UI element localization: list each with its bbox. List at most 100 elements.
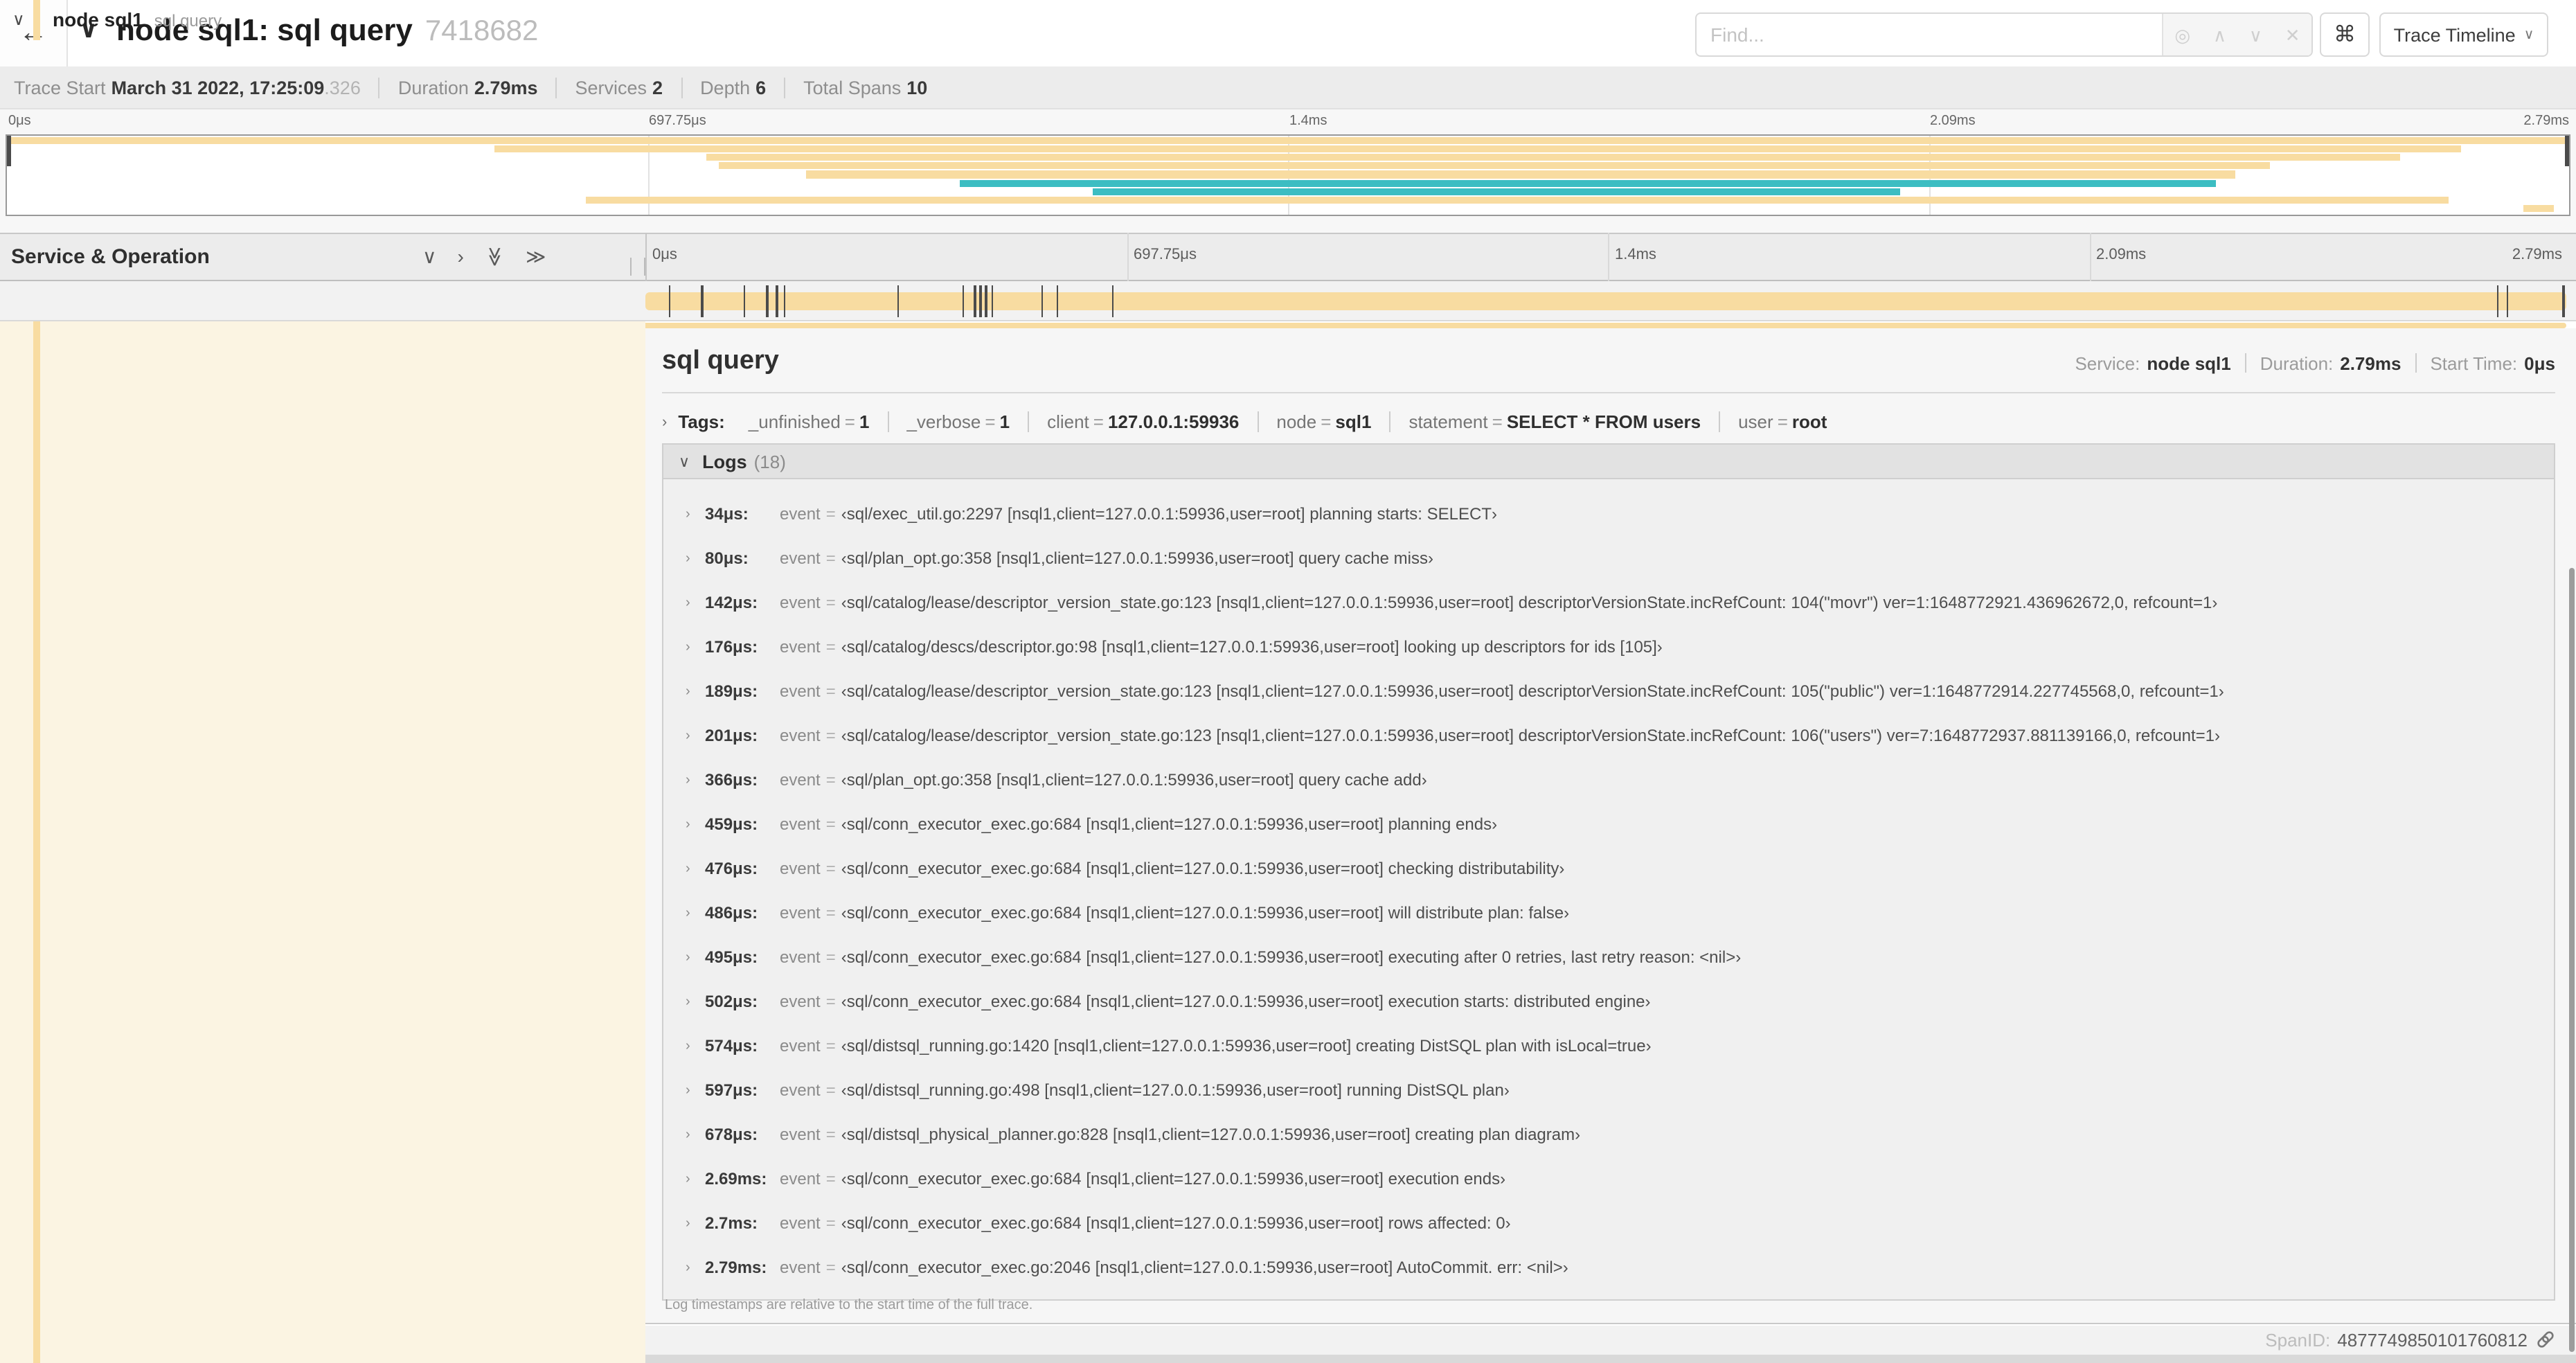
find-input[interactable] [1697, 14, 2162, 55]
log-expand-chevron-icon[interactable]: › [686, 1171, 705, 1186]
top-bar: ← ∨ node sql1: sql query7418682 ◎ ∧ ∨ ✕ … [0, 0, 2576, 68]
tags-row[interactable]: › Tags: _unfinished = 1 _verbose = 1 client = 12… [662, 405, 1845, 438]
log-expand-chevron-icon[interactable]: › [686, 817, 705, 832]
log-row[interactable]: › 486μs: event = ‹sql/conn_executor_exec.go:… [663, 891, 2554, 935]
log-expand-chevron-icon[interactable]: › [686, 551, 705, 566]
log-timestamp: 486μs: [705, 903, 758, 923]
log-expand-chevron-icon[interactable]: › [686, 1038, 705, 1053]
log-expand-chevron-icon[interactable]: › [686, 1260, 705, 1275]
log-expand-chevron-icon[interactable]: › [686, 950, 705, 965]
collapse-one-icon[interactable]: ∨ [422, 245, 437, 269]
log-row[interactable]: › 678μs: event = ‹sql/distsql_physical_plann… [663, 1112, 2554, 1157]
log-row[interactable]: › 176μs: event = ‹sql/catalog/descs/descript… [663, 625, 2554, 669]
minimap-span-bar [1093, 188, 1901, 195]
span-collapse-chevron-icon[interactable]: ∨ [12, 10, 25, 29]
log-tick-mark [2507, 285, 2509, 317]
tags-label[interactable]: Tags: [678, 411, 730, 432]
log-expand-chevron-icon[interactable]: › [686, 1083, 705, 1098]
log-expand-chevron-icon[interactable]: › [686, 684, 705, 699]
log-row[interactable]: › 201μs: event = ‹sql/catalog/lease/descript… [663, 713, 2554, 758]
log-expand-chevron-icon[interactable]: › [686, 639, 705, 654]
log-field-value: ‹sql/conn_executor_exec.go:2046 [nsql1,c… [841, 1258, 1568, 1277]
jaeger-trace-page: ← ∨ node sql1: sql query7418682 ◎ ∧ ∨ ✕ … [0, 0, 2576, 1363]
log-row[interactable]: › 495μs: event = ‹sql/conn_executor_exec.go:… [663, 935, 2554, 979]
equals-sign: = [825, 549, 836, 568]
next-match-icon[interactable]: ∨ [2249, 26, 2262, 44]
log-row[interactable]: › 502μs: event = ‹sql/conn_executor_exec.go:… [663, 979, 2554, 1024]
detail-span-info: Service: node sql1 Duration: 2.79ms Start … [2075, 353, 2555, 373]
log-row[interactable]: › 2.69ms: event = ‹sql/conn_executor_exec.go… [663, 1157, 2554, 1201]
expand-one-icon[interactable]: › [458, 245, 464, 269]
log-row[interactable]: › 80μs: event = ‹sql/plan_opt.go:358 [nsql1,… [663, 536, 2554, 580]
log-expand-chevron-icon[interactable]: › [686, 905, 705, 920]
log-row[interactable]: › 597μs: event = ‹sql/distsql_running.go:498… [663, 1068, 2554, 1112]
log-expand-chevron-icon[interactable]: › [686, 861, 705, 876]
log-field-value: ‹sql/conn_executor_exec.go:684 [nsql1,cl… [841, 814, 1498, 834]
log-tick-mark [766, 285, 769, 317]
tags-expand-chevron-icon[interactable]: › [662, 413, 678, 430]
span-color-accent [33, 0, 40, 40]
start-time-label: Start Time: [2430, 353, 2518, 373]
expand-all-icon[interactable]: ≫ [526, 245, 546, 269]
ruler-tick-label: 2.09ms [2096, 247, 2147, 263]
clear-search-icon[interactable]: ✕ [2285, 26, 2300, 44]
log-expand-chevron-icon[interactable]: › [686, 728, 705, 743]
log-row[interactable]: › 459μs: event = ‹sql/conn_executor_exec.go:… [663, 802, 2554, 846]
span-duration-bar[interactable] [645, 292, 2566, 310]
log-row[interactable]: › 34μs: event = ‹sql/exec_util.go:2297 [nsql… [663, 492, 2554, 536]
copy-link-icon[interactable] [2536, 1330, 2555, 1350]
log-tick-mark [1112, 285, 1114, 317]
tag-item: statement = SELECT * FROM users [1390, 411, 1721, 432]
equals-sign: = [825, 1125, 836, 1144]
log-field-value: ‹sql/conn_executor_exec.go:684 [nsql1,cl… [841, 947, 1742, 967]
equals-sign: = [825, 1169, 836, 1188]
log-row[interactable]: › 366μs: event = ‹sql/plan_opt.go:358 [nsql1… [663, 758, 2554, 802]
minimap-tick-label: 1.4ms [1289, 114, 1327, 129]
trace-overview: 0μs 697.75μs 1.4ms 2.09ms 2.79ms [0, 109, 2576, 234]
view-selector-label: Trace Timeline [2393, 24, 2516, 45]
log-row[interactable]: › 476μs: event = ‹sql/conn_executor_exec.go:… [663, 846, 2554, 891]
log-field-key: event [780, 549, 821, 568]
log-tick-mark [2562, 285, 2565, 317]
log-timestamp: 2.7ms: [705, 1213, 758, 1233]
log-row[interactable]: › 189μs: event = ‹sql/catalog/lease/descript… [663, 669, 2554, 713]
log-row[interactable]: › 142μs: event = ‹sql/catalog/lease/descript… [663, 580, 2554, 625]
log-field-value: ‹sql/plan_opt.go:358 [nsql1,client=127.0… [841, 549, 1433, 568]
log-expand-chevron-icon[interactable]: › [686, 506, 705, 522]
log-expand-chevron-icon[interactable]: › [686, 1215, 705, 1231]
tag-item: node = sql1 [1258, 411, 1391, 432]
ruler-tick-label: 0μs [652, 247, 677, 263]
log-expand-chevron-icon[interactable]: › [686, 595, 705, 610]
collapse-all-icon[interactable]: ≫ [483, 247, 506, 267]
ruler-tick-label: 1.4ms [1615, 247, 1656, 263]
log-expand-chevron-icon[interactable]: › [686, 1127, 705, 1142]
log-expand-chevron-icon[interactable]: › [686, 772, 705, 787]
prev-match-icon[interactable]: ∧ [2213, 26, 2226, 44]
minimap-span-bar [2523, 204, 2554, 212]
match-target-icon[interactable]: ◎ [2174, 26, 2190, 44]
log-row[interactable]: › 574μs: event = ‹sql/distsql_running.go:142… [663, 1024, 2554, 1068]
log-row[interactable]: › 2.7ms: event = ‹sql/conn_executor_exec.go:… [663, 1201, 2554, 1245]
timeline-minimap[interactable] [6, 134, 2570, 216]
log-timestamp: 2.69ms: [705, 1169, 767, 1188]
keyboard-shortcuts-button[interactable]: ⌘ [2320, 12, 2370, 57]
minimap-tick-label: 0μs [8, 114, 31, 129]
minimap-right-drag-handle[interactable] [2565, 136, 2569, 166]
logs-header[interactable]: ∨ Logs (18) [663, 445, 2554, 479]
log-tick-mark [668, 285, 671, 317]
vertical-scrollbar-thumb[interactable] [2569, 568, 2574, 1352]
log-tick-mark [1041, 285, 1044, 317]
log-tick-mark [1056, 285, 1059, 317]
log-field-value: ‹sql/conn_executor_exec.go:684 [nsql1,cl… [841, 903, 1570, 923]
equals-sign: = [825, 682, 836, 701]
log-expand-chevron-icon[interactable]: › [686, 994, 705, 1009]
tag-item: client = 127.0.0.1:59936 [1029, 411, 1259, 432]
collapse-controls: ∨ › ≫ ≫ [422, 245, 546, 269]
column-resize-handle[interactable] [630, 258, 645, 276]
minimap-left-drag-handle[interactable] [7, 136, 11, 166]
horizontal-scrollbar-track[interactable] [645, 1355, 2576, 1363]
trace-view-selector[interactable]: Trace Timeline ∨ [2379, 12, 2548, 57]
span-service-name[interactable]: node sql1 sql query [53, 8, 222, 30]
equals-sign: = [825, 1213, 836, 1233]
log-row[interactable]: › 2.79ms: event = ‹sql/conn_executor_exec.go… [663, 1245, 2554, 1290]
